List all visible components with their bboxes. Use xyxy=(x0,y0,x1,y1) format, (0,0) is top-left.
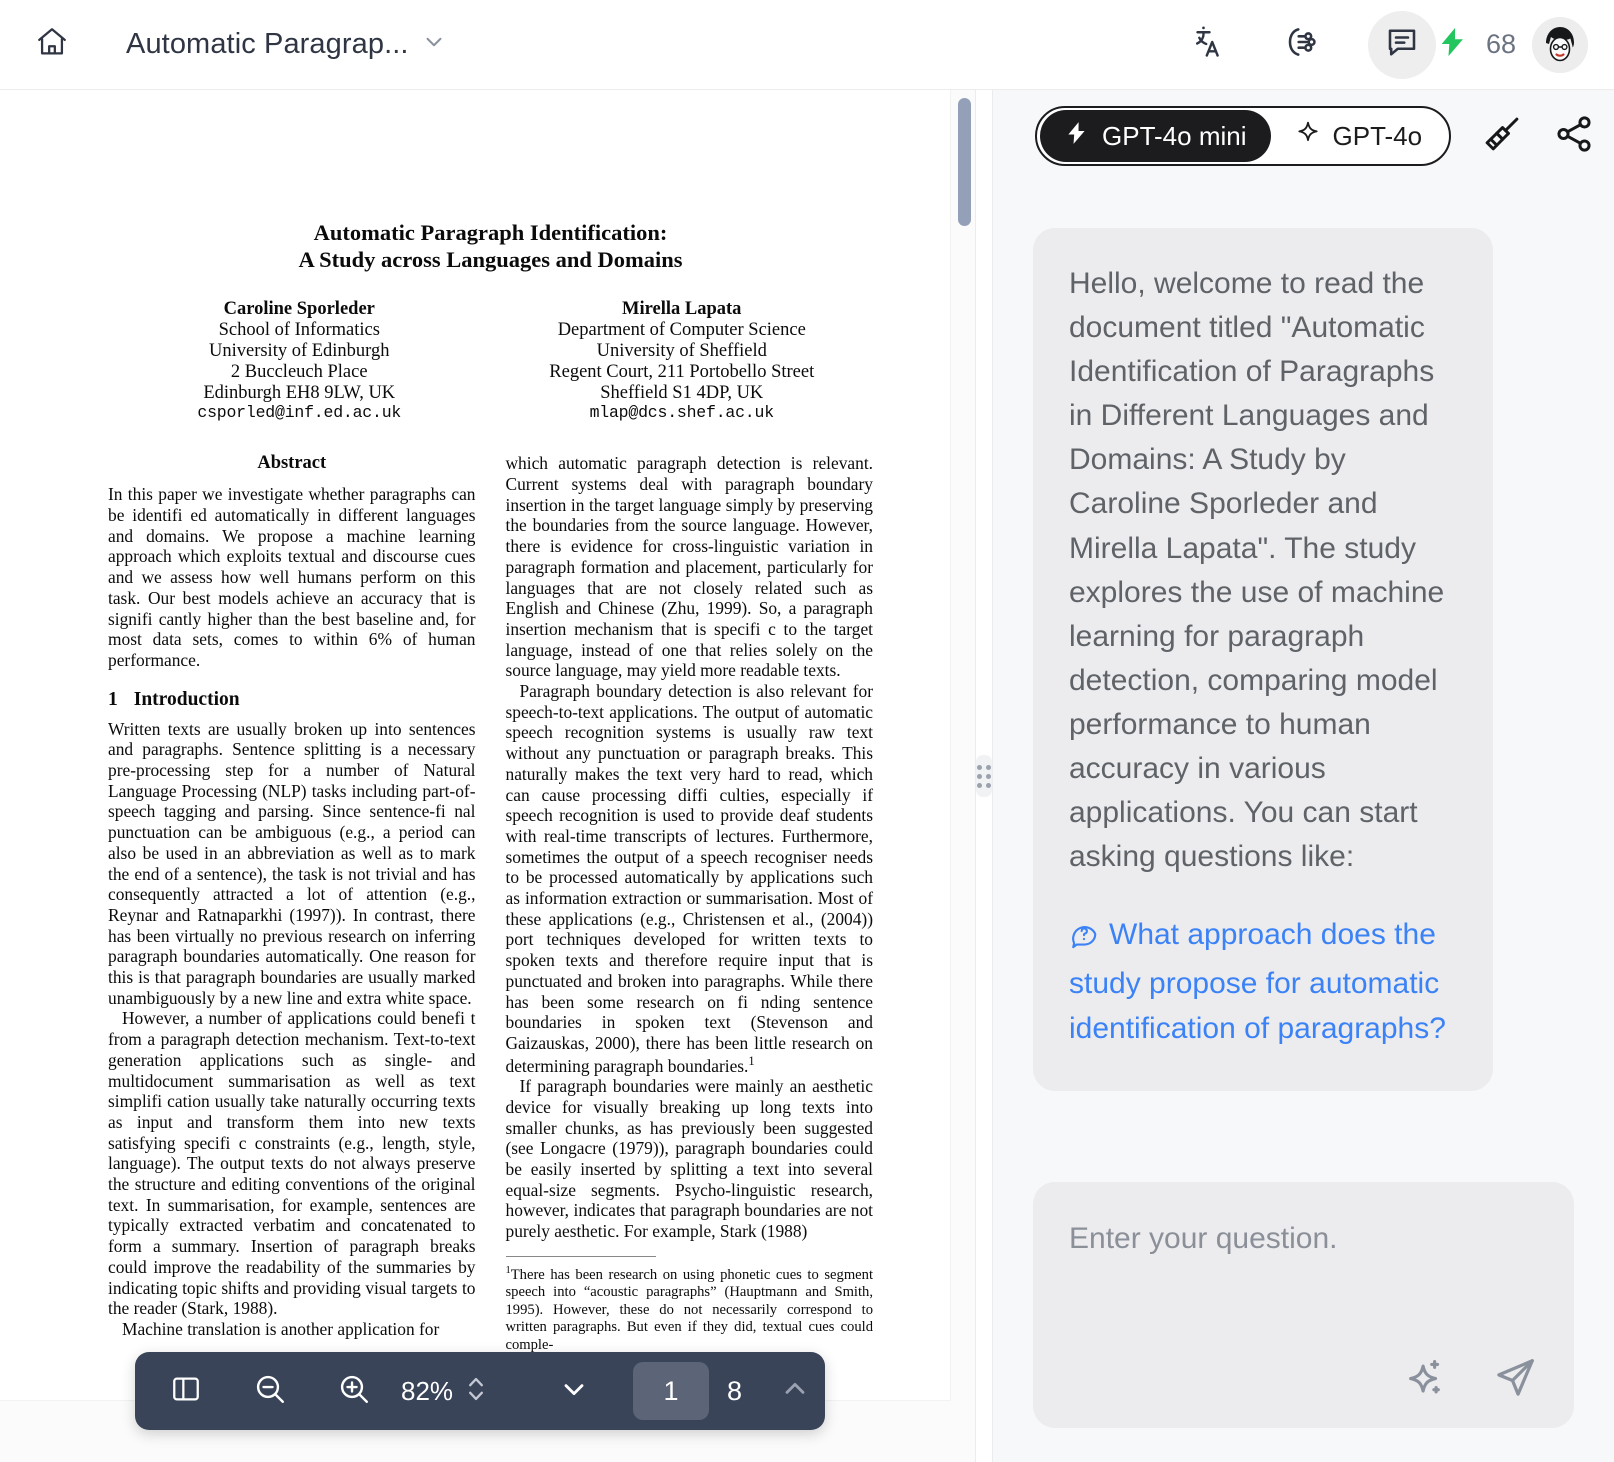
pane-resizer[interactable] xyxy=(975,90,993,1462)
chat-header: GPT-4o mini GPT-4o xyxy=(993,90,1614,182)
chat-composer[interactable]: Enter your question. xyxy=(1033,1182,1574,1428)
zoom-level: 82% xyxy=(401,1375,454,1406)
document-title-dropdown[interactable]: Automatic Paragrap... xyxy=(126,28,447,61)
previous-page-button[interactable] xyxy=(545,1362,603,1420)
footnote-ref[interactable]: 1 xyxy=(748,1054,754,1068)
author-block: Mirella Lapata Department of Computer Sc… xyxy=(549,299,815,423)
topbar-tool-icons xyxy=(1180,10,1436,79)
zoom-stepper-icon xyxy=(465,1373,487,1410)
zoom-in-icon xyxy=(337,1372,371,1411)
drag-handle-icon[interactable] xyxy=(976,755,992,797)
magic-suggest-button[interactable] xyxy=(1402,1356,1446,1405)
composer-actions xyxy=(1069,1355,1538,1406)
pdf-vertical-scrollbar[interactable] xyxy=(958,98,971,226)
dot xyxy=(986,764,991,770)
sidebar-toggle-icon xyxy=(170,1373,202,1410)
mindmap-icon xyxy=(1284,24,1320,65)
home-icon xyxy=(35,25,69,64)
author-block: Caroline Sporleder School of Informatics… xyxy=(197,299,402,423)
home-button[interactable] xyxy=(26,19,78,71)
paper-columns: Abstract In this paper we investigate wh… xyxy=(108,453,873,1354)
user-avatar[interactable] xyxy=(1532,16,1588,73)
pdf-page-content: Automatic Paragraph Identification: A St… xyxy=(108,220,873,1354)
paper-authors: Caroline Sporleder School of Informatics… xyxy=(108,299,873,423)
footnote-text: 1There has been research on using phonet… xyxy=(505,1264,874,1353)
chevron-up-icon xyxy=(779,1373,811,1410)
intro-paragraph-2: However, a number of applications could … xyxy=(108,1008,476,1319)
footnote-rule xyxy=(505,1255,656,1257)
intro-paragraph-1: Written texts are usually broken up into… xyxy=(108,718,476,1008)
right-paragraph-2: Paragraph boundary detection is also rel… xyxy=(505,681,874,1076)
chat-pane: GPT-4o mini GPT-4o Hello, welcome to rea… xyxy=(993,90,1614,1462)
zoom-out-button[interactable] xyxy=(241,1362,299,1420)
dot xyxy=(977,773,982,779)
model-label: GPT-4o xyxy=(1332,120,1423,151)
top-bar: Automatic Paragrap... 68 xyxy=(0,0,1614,90)
zoom-out-icon xyxy=(253,1372,287,1411)
abstract-heading: Abstract xyxy=(257,453,327,474)
translate-button[interactable] xyxy=(1180,17,1236,73)
sparkle-icon xyxy=(1295,120,1321,153)
send-icon xyxy=(1492,1355,1538,1406)
question-input[interactable]: Enter your question. xyxy=(1069,1222,1538,1256)
pdf-viewer-pane[interactable]: Automatic Paragraph Identification: A St… xyxy=(0,90,975,1462)
model-switcher[interactable]: GPT-4o mini GPT-4o xyxy=(1035,106,1452,166)
model-label: GPT-4o mini xyxy=(1102,120,1247,151)
topbar-account-area: 68 xyxy=(1436,16,1588,73)
intro-paragraph-3: Machine translation is another applicati… xyxy=(122,1319,440,1339)
share-icon xyxy=(1553,113,1595,160)
model-option-gpt-4o-mini[interactable]: GPT-4o mini xyxy=(1040,110,1271,162)
total-pages: 8 xyxy=(727,1375,743,1406)
paper-column-left: Abstract In this paper we investigate wh… xyxy=(108,453,476,1354)
share-button[interactable] xyxy=(1553,110,1595,162)
dot xyxy=(977,764,982,770)
assistant-message: Hello, welcome to read the document titl… xyxy=(1033,228,1493,1091)
chat-panel-button[interactable] xyxy=(1367,10,1436,79)
paper-title: Automatic Paragraph Identification: A St… xyxy=(298,220,683,272)
mindmap-button[interactable] xyxy=(1274,17,1330,73)
question-bubble-icon xyxy=(1069,918,1099,962)
introduction-heading: 1 Introduction xyxy=(108,688,240,710)
send-button[interactable] xyxy=(1492,1355,1538,1406)
dot xyxy=(977,782,982,788)
clear-chat-button[interactable] xyxy=(1481,110,1523,162)
app-root: Automatic Paragrap... 68 Automatic Parag… xyxy=(0,0,1614,1462)
chevron-down-icon xyxy=(558,1373,590,1410)
abstract-text: In this paper we investigate whether par… xyxy=(108,484,476,670)
chat-bubble-icon xyxy=(1384,24,1420,65)
broom-icon xyxy=(1481,113,1523,160)
model-option-gpt-4o[interactable]: GPT-4o xyxy=(1271,110,1447,162)
lightning-bolt-icon xyxy=(1436,25,1470,64)
paper-column-right: which automatic paragraph detection is r… xyxy=(505,453,874,1354)
suggested-question[interactable]: What approach does the study propose for… xyxy=(1069,913,1457,1050)
chevron-down-icon xyxy=(421,29,447,60)
assistant-message-text: Hello, welcome to read the document titl… xyxy=(1069,267,1445,874)
right-paragraph-3: If paragraph boundaries were mainly an a… xyxy=(505,1076,874,1242)
token-count: 68 xyxy=(1485,29,1516,59)
translate-icon xyxy=(1190,24,1226,65)
zoom-stepper[interactable] xyxy=(465,1373,487,1410)
dot xyxy=(986,773,991,779)
document-title: Automatic Paragrap... xyxy=(126,28,409,60)
sparkle-plus-icon xyxy=(1402,1356,1446,1405)
sidebar-toggle-button[interactable] xyxy=(157,1362,215,1420)
pdf-toolbar: 82% 1 8 xyxy=(135,1352,825,1430)
current-page-input[interactable]: 1 xyxy=(633,1362,710,1420)
pdf-page: Automatic Paragraph Identification: A St… xyxy=(0,90,950,1400)
main-body: Automatic Paragraph Identification: A St… xyxy=(0,90,1614,1462)
lightning-bolt-icon xyxy=(1064,120,1090,153)
dot xyxy=(986,782,991,788)
next-page-button[interactable] xyxy=(766,1362,824,1420)
zoom-in-button[interactable] xyxy=(325,1362,383,1420)
right-paragraph-1: which automatic paragraph detection is r… xyxy=(505,453,874,681)
suggested-question-text: What approach does the study propose for… xyxy=(1069,918,1446,1045)
